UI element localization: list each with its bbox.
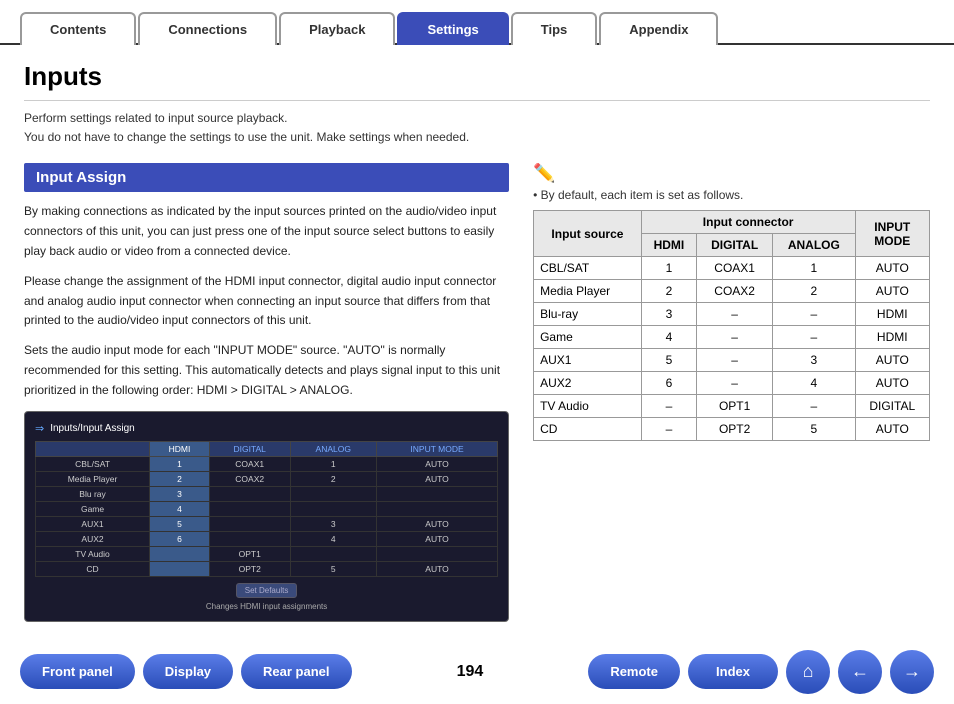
table-row: TV Audio – OPT1 – DIGITAL (534, 395, 930, 418)
tab-settings[interactable]: Settings (397, 12, 508, 45)
screenshot-row: TV Audio OPT1 (36, 546, 498, 561)
page-subtitle: Perform settings related to input source… (24, 109, 930, 147)
screenshot-row: Game 4 (36, 501, 498, 516)
page-number: 194 (441, 663, 500, 681)
col-header-connector: Input connector (641, 211, 855, 234)
table-row: CD – OPT2 5 AUTO (534, 418, 930, 441)
screenshot-row: CD OPT2 5 AUTO (36, 561, 498, 576)
index-button[interactable]: Index (688, 654, 778, 689)
table-row: CBL/SAT 1 COAX1 1 AUTO (534, 257, 930, 280)
tab-appendix[interactable]: Appendix (599, 12, 718, 45)
screenshot-row: Media Player 2 COAX2 2 AUTO (36, 471, 498, 486)
screenshot-title: ⇒ Inputs/Input Assign (35, 422, 498, 435)
bottom-navigation: Front panel Display Rear panel 194 Remot… (0, 640, 954, 704)
forward-button[interactable]: → (890, 650, 934, 694)
arrow-icon: ⇒ (35, 422, 44, 435)
col-header-source: Input source (534, 211, 642, 257)
home-button[interactable]: ⌂ (786, 650, 830, 694)
screenshot-panel: ⇒ Inputs/Input Assign HDMI DIGITAL ANALO… (24, 411, 509, 622)
body-text-2: Please change the assignment of the HDMI… (24, 272, 509, 331)
tab-tips[interactable]: Tips (511, 12, 598, 45)
screenshot-row: Blu ray 3 (36, 486, 498, 501)
page-title: Inputs (24, 61, 930, 101)
top-navigation: Contents Connections Playback Settings T… (0, 0, 954, 45)
screenshot-note: Changes HDMI input assignments (35, 602, 498, 611)
tab-contents[interactable]: Contents (20, 12, 136, 45)
table-row: AUX2 6 – 4 AUTO (534, 372, 930, 395)
input-table: Input source Input connector INPUTMODE H… (533, 210, 930, 441)
bullet-note: • By default, each item is set as follow… (533, 188, 930, 202)
left-column: Input Assign By making connections as in… (24, 163, 509, 621)
tab-connections[interactable]: Connections (138, 12, 277, 45)
table-row: Game 4 – – HDMI (534, 326, 930, 349)
rear-panel-button[interactable]: Rear panel (241, 654, 351, 689)
screenshot-row: AUX1 5 3 AUTO (36, 516, 498, 531)
remote-button[interactable]: Remote (588, 654, 680, 689)
screenshot-table: HDMI DIGITAL ANALOG INPUT MODE CBL/SAT 1… (35, 441, 498, 577)
body-text-1: By making connections as indicated by th… (24, 202, 509, 261)
display-button[interactable]: Display (143, 654, 233, 689)
main-content: Inputs Perform settings related to input… (0, 45, 954, 632)
col-header-hdmi: HDMI (641, 234, 696, 257)
screenshot-row: CBL/SAT 1 COAX1 1 AUTO (36, 456, 498, 471)
screenshot-row: AUX2 6 4 AUTO (36, 531, 498, 546)
set-defaults-button[interactable]: Set Defaults (236, 583, 298, 598)
right-column: ✏️ • By default, each item is set as fol… (533, 163, 930, 621)
section-header: Input Assign (24, 163, 509, 192)
col-header-analog: ANALOG (773, 234, 855, 257)
body-text-3: Sets the audio input mode for each "INPU… (24, 341, 509, 400)
tab-playback[interactable]: Playback (279, 12, 395, 45)
front-panel-button[interactable]: Front panel (20, 654, 135, 689)
back-button[interactable]: ← (838, 650, 882, 694)
table-row: Media Player 2 COAX2 2 AUTO (534, 280, 930, 303)
table-row: Blu-ray 3 – – HDMI (534, 303, 930, 326)
col-header-digital: DIGITAL (697, 234, 773, 257)
bottom-nav-right: Remote Index ⌂ ← → (588, 650, 934, 694)
bottom-nav-left: Front panel Display Rear panel (20, 654, 352, 689)
note-pencil-icon: ✏️ (533, 163, 930, 184)
table-row: AUX1 5 – 3 AUTO (534, 349, 930, 372)
col-header-mode: INPUTMODE (855, 211, 930, 257)
